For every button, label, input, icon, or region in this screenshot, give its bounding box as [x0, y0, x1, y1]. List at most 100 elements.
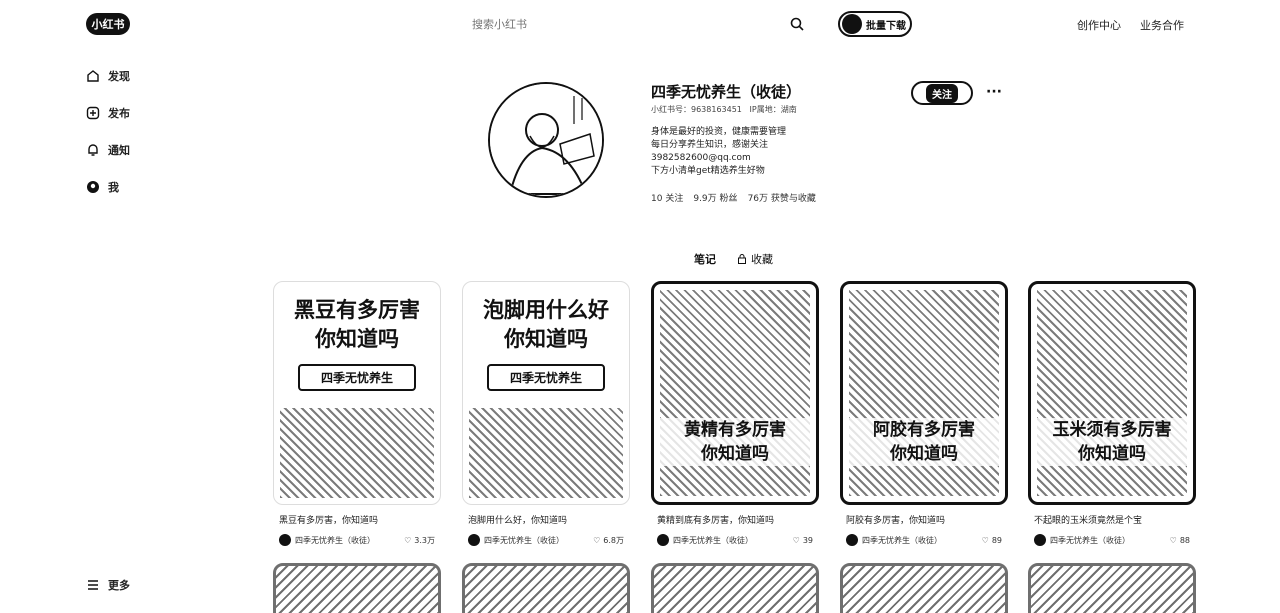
- stat-label: 获赞与收藏: [770, 194, 816, 204]
- like-button[interactable]: ♡ 6.8万: [593, 535, 624, 546]
- note-footer: 四季无忧养生（收徒） ♡ 89: [840, 534, 1008, 546]
- creator-center-link[interactable]: 创作中心: [1077, 17, 1121, 33]
- author-name: 四季无忧养生（收徒）: [484, 535, 564, 545]
- sidebar-item-me[interactable]: 我: [86, 179, 119, 195]
- cover-brand: 四季无忧养生: [487, 364, 605, 391]
- like-button[interactable]: ♡ 89: [982, 536, 1002, 545]
- search-bar[interactable]: [460, 10, 816, 38]
- home-icon: [87, 70, 99, 82]
- note-author[interactable]: 四季无忧养生（收徒）: [657, 534, 753, 546]
- bulk-download-label: 批量下载: [866, 20, 906, 32]
- note-title[interactable]: 不起眼的玉米须竟然是个宝: [1028, 513, 1196, 526]
- business-link[interactable]: 业务合作: [1140, 17, 1184, 33]
- profile-ip: IP属地：湖南: [749, 105, 797, 114]
- note-card[interactable]: 黑豆有多厉害 你知道吗 四季无忧养生 黑豆有多厉害，你知道吗 四季无忧养生（收徒）…: [273, 281, 441, 546]
- note-cover[interactable]: 黄精有多厉害 你知道吗: [651, 281, 819, 505]
- like-count: 88: [1179, 535, 1190, 545]
- profile-name: 四季无忧养生（收徒）: [651, 83, 802, 101]
- note-title[interactable]: 黑豆有多厉害，你知道吗: [273, 513, 441, 526]
- sidebar-item-label: 我: [108, 181, 119, 194]
- author-avatar: [846, 534, 858, 546]
- note-footer: 四季无忧养生（收徒） ♡ 6.8万: [462, 534, 630, 546]
- avatar-icon: [87, 181, 99, 193]
- stat-followers[interactable]: 9.9万 粉丝: [693, 191, 737, 204]
- note-card[interactable]: 阿胶有多厉害 你知道吗 阿胶有多厉害，你知道吗 四季无忧养生（收徒） ♡ 89: [840, 281, 1008, 546]
- stat-following[interactable]: 10 关注: [651, 191, 683, 204]
- note-card[interactable]: [462, 563, 630, 613]
- note-cover[interactable]: 黑豆有多厉害 你知道吗 四季无忧养生: [273, 281, 441, 505]
- cover-brand: 四季无忧养生: [298, 364, 416, 391]
- note-card[interactable]: 黄精有多厉害 你知道吗 黄精到底有多厉害，你知道吗 四季无忧养生（收徒） ♡ 39: [651, 281, 819, 546]
- note-footer: 四季无忧养生（收徒） ♡ 39: [651, 534, 819, 546]
- cover-title: 阿胶有多厉害 你知道吗: [843, 418, 1005, 466]
- bio-line: 3982582600@qq.com: [651, 153, 751, 163]
- note-author[interactable]: 四季无忧养生（收徒）: [468, 534, 564, 546]
- bulk-download-avatar: [842, 14, 862, 34]
- note-card[interactable]: [1028, 563, 1196, 613]
- note-cover[interactable]: 阿胶有多厉害 你知道吗: [840, 281, 1008, 505]
- note-card[interactable]: [651, 563, 819, 613]
- profile-meta: 小红书号：9638163451 IP属地：湖南: [651, 104, 797, 115]
- heart-icon: ♡: [981, 535, 989, 545]
- stat-label: 粉丝: [719, 194, 738, 204]
- logo[interactable]: 小红书: [86, 13, 130, 35]
- sidebar-item-publish[interactable]: 发布: [86, 105, 130, 121]
- author-name: 四季无忧养生（收徒）: [295, 535, 375, 545]
- bio-line: 身体是最好的投资，健康需要管理: [651, 127, 787, 137]
- like-button[interactable]: ♡ 39: [793, 536, 813, 545]
- heart-icon: ♡: [1169, 535, 1177, 545]
- plus-icon: [86, 106, 100, 120]
- note-author[interactable]: 四季无忧养生（收徒）: [1034, 534, 1130, 546]
- bio-line: 下方小清单get精选养生好物: [651, 166, 765, 176]
- profile-id: 小红书号：9638163451: [651, 105, 742, 114]
- author-name: 四季无忧养生（收徒）: [862, 535, 942, 545]
- sidebar-item-discover[interactable]: 发现: [86, 68, 130, 84]
- sidebar-item-label: 通知: [108, 144, 130, 157]
- cover-illustration: [280, 408, 434, 498]
- more-options-button[interactable]: ···: [986, 84, 1002, 100]
- search-icon[interactable]: [790, 17, 804, 31]
- author-avatar: [468, 534, 480, 546]
- like-button[interactable]: ♡ 3.3万: [404, 535, 435, 546]
- note-card[interactable]: [840, 563, 1008, 613]
- sidebar-item-label: 发布: [108, 107, 130, 120]
- menu-icon: [88, 580, 98, 590]
- sidebar-item-label: 发现: [108, 70, 130, 83]
- tab-label: 笔记: [694, 253, 716, 266]
- tab-notes[interactable]: 笔记: [694, 251, 716, 267]
- note-card[interactable]: [273, 563, 441, 613]
- profile-avatar: [488, 82, 604, 198]
- stat-label: 关注: [665, 194, 684, 204]
- like-count: 6.8万: [603, 535, 624, 545]
- note-card[interactable]: 玉米须有多厉害 你知道吗 不起眼的玉米须竟然是个宝 四季无忧养生（收徒） ♡ 88: [1028, 281, 1196, 546]
- like-count: 89: [991, 535, 1002, 545]
- author-avatar: [279, 534, 291, 546]
- search-input[interactable]: [472, 17, 790, 31]
- note-title[interactable]: 阿胶有多厉害，你知道吗: [840, 513, 1008, 526]
- note-title[interactable]: 泡脚用什么好，你知道吗: [462, 513, 630, 526]
- tab-label: 收藏: [751, 253, 773, 266]
- note-card[interactable]: 泡脚用什么好 你知道吗 四季无忧养生 泡脚用什么好，你知道吗 四季无忧养生（收徒）…: [462, 281, 630, 546]
- heart-icon: ♡: [792, 535, 800, 545]
- note-cover[interactable]: 泡脚用什么好 你知道吗 四季无忧养生: [462, 281, 630, 505]
- note-title[interactable]: 黄精到底有多厉害，你知道吗: [651, 513, 819, 526]
- like-count: 39: [802, 535, 813, 545]
- follow-label: 关注: [926, 83, 958, 103]
- tab-collections[interactable]: 收藏: [737, 251, 773, 267]
- follow-button[interactable]: 关注: [911, 81, 973, 105]
- like-button[interactable]: ♡ 88: [1170, 536, 1190, 545]
- bulk-download-button[interactable]: 批量下载: [838, 11, 912, 37]
- profile-avatar-image: [490, 84, 602, 196]
- heart-icon: ♡: [404, 535, 412, 545]
- note-author[interactable]: 四季无忧养生（收徒）: [279, 534, 375, 546]
- note-footer: 四季无忧养生（收徒） ♡ 88: [1028, 534, 1196, 546]
- sidebar-item-notifications[interactable]: 通知: [86, 142, 130, 158]
- note-author[interactable]: 四季无忧养生（收徒）: [846, 534, 942, 546]
- lock-icon: [738, 254, 746, 264]
- sidebar-more-label: 更多: [108, 579, 130, 592]
- sidebar-more[interactable]: 更多: [86, 577, 130, 593]
- profile-bio: 身体是最好的投资，健康需要管理 每日分享养生知识，感谢关注 3982582600…: [651, 126, 786, 178]
- heart-icon: ♡: [593, 535, 601, 545]
- stat-value: 9.9万: [693, 194, 717, 204]
- note-cover[interactable]: 玉米须有多厉害 你知道吗: [1028, 281, 1196, 505]
